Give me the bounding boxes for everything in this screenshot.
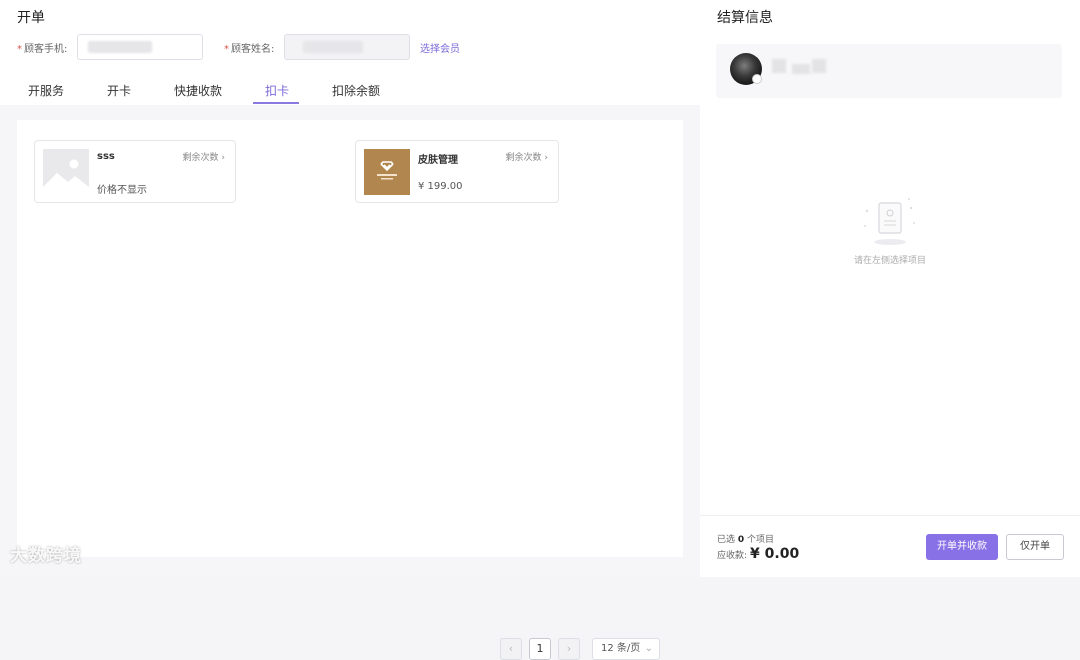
required-mark: *: [17, 44, 22, 55]
member-badge-icon: [752, 74, 762, 84]
name-input[interactable]: [284, 34, 410, 60]
settlement-panel: 结算信息 请在左侧选择项目 已选 0 个项目 应收款: ¥ 0.00 开单并收款 …: [700, 0, 1080, 577]
chevron-down-icon: ⌄: [644, 643, 653, 654]
settlement-footer: 已选 0 个项目 应收款: ¥ 0.00 开单并收款 仅开单: [700, 515, 1080, 577]
tab-open-service[interactable]: 开服务: [28, 82, 64, 99]
select-member-link[interactable]: 选择会员: [420, 40, 460, 55]
prev-page-icon[interactable]: ‹: [500, 638, 522, 660]
tab-open-card[interactable]: 开卡: [107, 82, 131, 99]
name-value-blurred: [303, 41, 363, 53]
card-list: sss 剩余次数 › 价格不显示 皮肤管理 剩余次数 › ¥ 199.00 ‹ …: [17, 120, 683, 660]
empty-state-text: 请在左侧选择项目: [853, 256, 926, 266]
next-page-icon[interactable]: ›: [558, 638, 580, 660]
order-panel: 开单 * 顾客手机: * 顾客姓名: 选择会员 开服务 开卡 快捷收款 扣卡 扣除余…: [0, 0, 700, 660]
page-title: 开单: [17, 10, 45, 26]
order-form-header: 开单 * 顾客手机: * 顾客姓名: 选择会员 开服务 开卡 快捷收款 扣卡 扣除余…: [0, 0, 700, 105]
card-name: 皮肤管理: [418, 155, 458, 166]
amount-due: 应收款: ¥ 0.00: [717, 546, 800, 562]
tab-deduct-card[interactable]: 扣卡: [265, 82, 289, 99]
phone-value-blurred: [88, 41, 152, 53]
card-price: ¥ 199.00: [418, 181, 463, 192]
checkout-button[interactable]: 开单并收款: [926, 534, 998, 560]
selected-count: 已选 0 个项目: [717, 535, 775, 545]
name-label: * 顾客姓名:: [224, 44, 275, 55]
card-name: sss: [97, 151, 115, 162]
amount-due-value: ¥ 0.00: [750, 546, 800, 562]
remaining-count-link[interactable]: 剩余次数 ›: [183, 150, 225, 163]
tab-quick-payment[interactable]: 快捷收款: [174, 82, 222, 99]
tab-deduct-balance[interactable]: 扣除余额: [332, 82, 380, 99]
card-item[interactable]: sss 剩余次数 › 价格不显示: [34, 140, 236, 203]
member-name-blurred: [772, 59, 786, 73]
settlement-title: 结算信息: [717, 10, 773, 26]
remaining-count-link[interactable]: 剩余次数 ›: [506, 150, 548, 163]
card-price: 价格不显示: [97, 185, 147, 196]
active-tab-indicator: [253, 102, 299, 104]
page-number-button[interactable]: 1: [529, 638, 551, 660]
brand-logo-icon: [364, 149, 410, 195]
watermark: 大数跨境: [10, 546, 82, 566]
phone-label: * 顾客手机:: [17, 44, 68, 55]
order-only-button[interactable]: 仅开单: [1006, 534, 1064, 560]
card-item[interactable]: 皮肤管理 剩余次数 › ¥ 199.00: [355, 140, 559, 203]
image-placeholder-icon: [43, 149, 89, 195]
page-size-select[interactable]: 12 条/页 ⌄: [592, 638, 660, 660]
phone-input[interactable]: [77, 34, 203, 60]
member-info: [716, 44, 1062, 98]
empty-state-icon: [860, 195, 918, 251]
